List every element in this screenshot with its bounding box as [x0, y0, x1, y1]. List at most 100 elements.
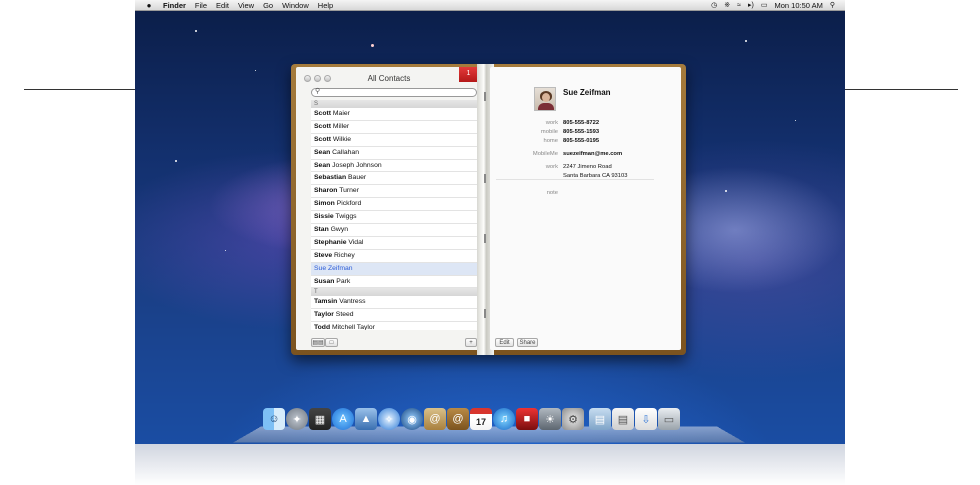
apple-menu-icon[interactable]: ● [143, 1, 155, 10]
list-item[interactable]: Sharon Turner [311, 185, 477, 199]
spine-ring [484, 234, 486, 243]
trash-icon[interactable]: ▭ [658, 408, 680, 430]
time-machine-icon[interactable]: ◷ [711, 1, 717, 9]
menu-go[interactable]: Go [263, 1, 273, 10]
first-name: Susan [314, 277, 335, 285]
contacts-list-page: All Contacts 1 ⚲ S Scott Maier Scott Mille… [296, 67, 482, 350]
preview-icon[interactable]: ▲ [355, 408, 377, 430]
last-name: Callahan [332, 148, 359, 156]
safari-icon[interactable]: ✧ [378, 408, 400, 430]
share-button[interactable]: Share [517, 338, 538, 347]
list-item[interactable]: Stephanie Vidal [311, 237, 477, 250]
list-item[interactable]: Taylor Steed [311, 309, 477, 323]
first-name: Sean [314, 161, 331, 169]
menu-bar: ● Finder File Edit View Go Window Help ◷… [135, 0, 845, 11]
facetime-icon[interactable]: ◉ [401, 408, 423, 430]
last-name: Vantress [339, 298, 366, 306]
list-item[interactable]: Sue Zeifman [311, 262, 477, 276]
list-item[interactable]: Sissie Twiggs [311, 211, 477, 225]
first-name: Tamsin [314, 298, 338, 306]
applications-stack-icon[interactable]: ▤ [589, 408, 611, 430]
first-name: Taylor [314, 311, 334, 319]
phone-mobile[interactable]: 805-555-1593 [563, 129, 599, 135]
menu-edit[interactable]: Edit [216, 1, 229, 10]
phone-work[interactable]: 805-555-8722 [563, 120, 599, 126]
first-name: Scott [314, 122, 331, 130]
first-name: Sissie [314, 213, 334, 221]
wifi-icon[interactable]: ≈ [737, 2, 741, 9]
email-mobileme[interactable]: suezeifman@me.com [563, 151, 622, 157]
section-header: T [311, 288, 477, 297]
field-label: mobile [540, 129, 558, 135]
menu-help[interactable]: Help [318, 1, 333, 10]
book-view-button[interactable]: ▤▤ [311, 338, 325, 347]
last-name: Turner [339, 187, 359, 195]
first-name: Sean [314, 148, 331, 156]
last-name: Zeifman [327, 264, 353, 272]
spine-ring [484, 174, 486, 183]
bookmark-ribbon[interactable]: 1 [459, 67, 478, 82]
star [795, 120, 796, 121]
battery-icon[interactable]: ▭ [761, 1, 768, 9]
list-item[interactable]: Steve Richey [311, 250, 477, 263]
menu-window[interactable]: Window [282, 1, 309, 10]
photo-booth-icon[interactable]: ■ [516, 408, 538, 430]
add-contact-button[interactable]: + [465, 338, 477, 347]
mail-icon[interactable]: @ [424, 408, 446, 430]
last-name: Wilkie [332, 135, 352, 143]
last-name: Twiggs [335, 213, 357, 221]
phone-home[interactable]: 805-555-0195 [563, 138, 599, 144]
list-item[interactable]: Sean Callahan [311, 147, 477, 160]
card-view-button[interactable]: □ [325, 338, 338, 347]
list-item[interactable]: Susan Park [311, 276, 477, 289]
list-item[interactable]: Sebastian Bauer [311, 172, 477, 186]
mission-control-icon[interactable]: ▦ [309, 408, 331, 430]
window-title: All Contacts [367, 74, 411, 83]
list-item[interactable]: Sean Joseph Johnson [311, 160, 477, 173]
menu-file[interactable]: File [195, 1, 207, 10]
bluetooth-icon[interactable]: ※ [724, 1, 730, 9]
edit-button[interactable]: Edit [495, 338, 514, 347]
itunes-icon[interactable]: ♫ [493, 408, 515, 430]
field-label: work [545, 164, 558, 170]
list-item[interactable]: Stan Gwyn [311, 224, 477, 237]
last-name: Maier [332, 110, 350, 117]
dock: ☺ ✦ ▦ A ▲ ✧ ◉ @ @ 17 ♫ ■ ☀ ⚙ ▤ ▤ ⇩ ▭ [263, 408, 680, 430]
list-toolbar: ▤▤ □ + [311, 338, 477, 348]
section-header: S [311, 100, 477, 108]
star [255, 70, 256, 71]
list-item[interactable]: Scott Maier [311, 108, 477, 121]
spotlight-search-icon[interactable]: ⚲ [830, 1, 835, 9]
field-label: home [543, 138, 558, 144]
star [725, 190, 727, 192]
downloads-stack-icon[interactable]: ⇩ [635, 408, 657, 430]
menu-view[interactable]: View [238, 1, 254, 10]
app-store-icon[interactable]: A [332, 408, 354, 430]
list-item[interactable]: Tamsin Vantress [311, 296, 477, 310]
star [195, 30, 197, 32]
iphoto-icon[interactable]: ☀ [539, 408, 561, 430]
star [225, 250, 226, 251]
system-preferences-icon[interactable]: ⚙ [562, 408, 584, 430]
list-item[interactable]: Scott Miller [311, 121, 477, 134]
ical-icon[interactable]: 17 [470, 408, 492, 430]
list-item[interactable]: Todd Mitchell Taylor [311, 322, 477, 330]
first-name: Stephanie [314, 238, 347, 246]
menu-finder[interactable]: Finder [163, 1, 186, 10]
finder-icon[interactable]: ☺ [263, 408, 285, 430]
address-book-icon[interactable]: @ [447, 408, 469, 430]
last-name: Joseph Johnson [332, 161, 382, 169]
contact-list: S Scott Maier Scott Miller Scott Wilkie Sean… [311, 100, 477, 330]
spine-ring [484, 309, 486, 318]
volume-icon[interactable]: ▸) [748, 1, 754, 9]
address-line-1[interactable]: 2247 Jimeno Road [563, 164, 612, 170]
launchpad-icon[interactable]: ✦ [286, 408, 308, 430]
avatar[interactable] [534, 87, 556, 111]
field-label: MobileMe [532, 151, 558, 157]
search-input[interactable]: ⚲ [311, 88, 477, 97]
list-item[interactable]: Scott Wilkie [311, 134, 477, 147]
contact-card-page: Sue Zeifman work 805-555-8722 mobile 805… [490, 67, 681, 350]
documents-stack-icon[interactable]: ▤ [612, 408, 634, 430]
list-item[interactable]: Simon Pickford [311, 198, 477, 212]
menu-clock[interactable]: Mon 10:50 AM [774, 1, 822, 10]
